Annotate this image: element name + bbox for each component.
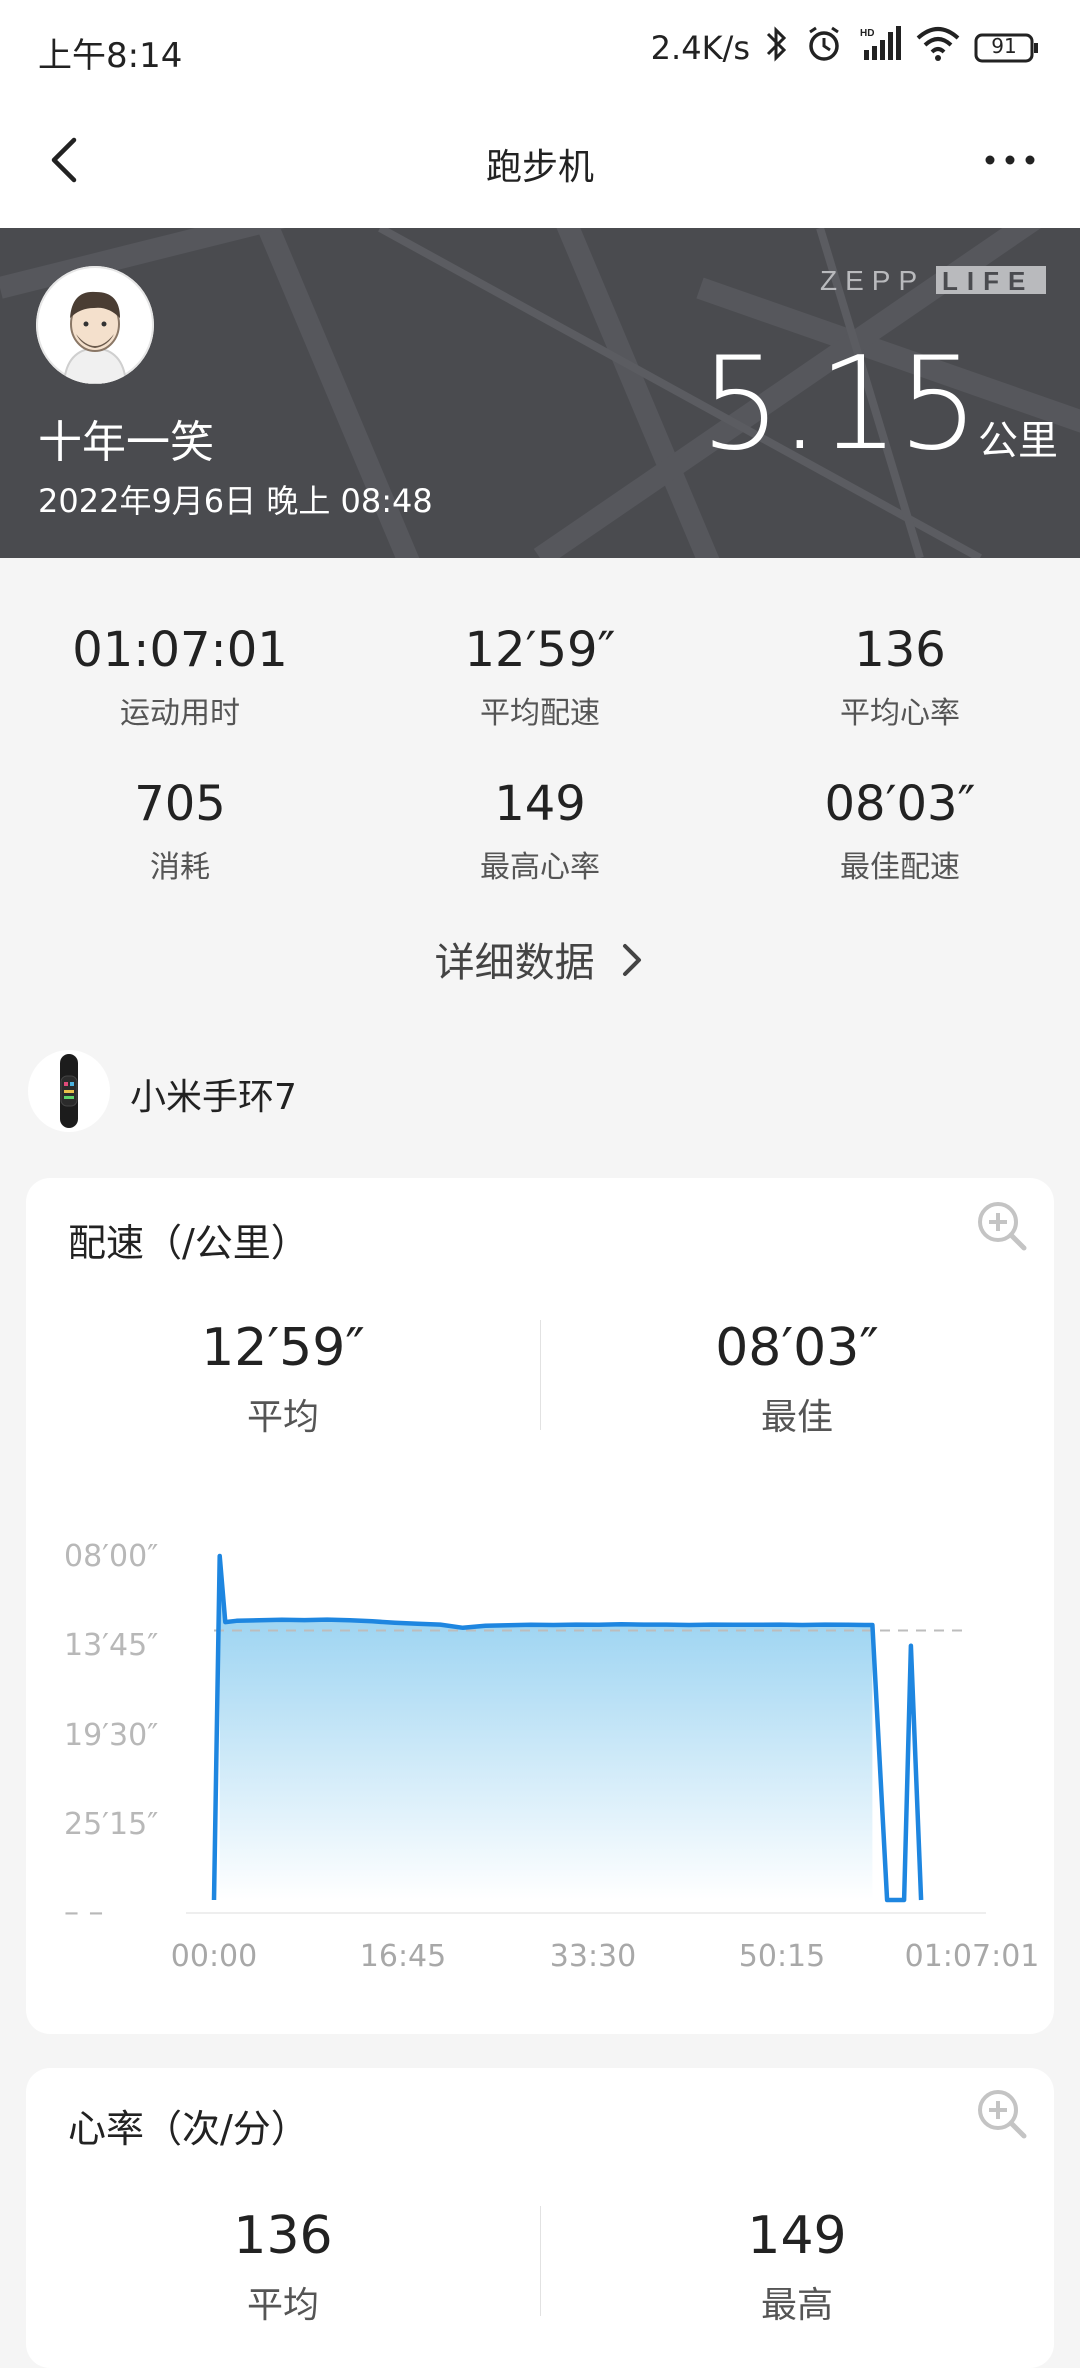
y-tick-label: 19′30″ [64, 1718, 158, 1753]
pace-area [219, 1556, 873, 1900]
stat-label: 最高心率 [480, 850, 600, 885]
stat-value: 08′03″ [824, 776, 976, 832]
svg-text:HD: HD [860, 28, 874, 39]
stat-value: 705 [134, 776, 226, 832]
alarm-icon [804, 24, 844, 72]
signal-icon: HD [858, 24, 902, 72]
status-icons: 2.4K/s HD 91 [651, 26, 1040, 70]
y-tick-label: 25′15″ [64, 1807, 158, 1842]
band-device-icon [28, 1050, 110, 1132]
distance-unit: 公里 [978, 418, 1058, 464]
y-tick-label: 13′45″ [64, 1628, 158, 1663]
stat-value: 12′59″ [464, 622, 616, 678]
user-name: 十年一笑 [38, 417, 214, 468]
x-tick-label: 16:45 [360, 1939, 446, 1974]
stat-avg-heart-rate: 136 平均心率 [720, 622, 1080, 732]
zepp-life-logo: ZEPP LIFE [818, 264, 1048, 296]
stat-best-pace: 08′03″ 最佳配速 [720, 776, 1080, 886]
x-tick-label: 00:00 [171, 1939, 257, 1974]
pace-chart[interactable]: 08′00″ 13′45″ 19′30″ 25′15″ – – 00:00 16:45 33… [0, 1500, 1080, 2000]
svg-text:ZEPP: ZEPP [820, 265, 925, 296]
x-tick-label: 50:15 [739, 1939, 825, 1974]
zoom-in-icon[interactable] [976, 1200, 1028, 1252]
wifi-icon [916, 26, 960, 70]
network-speed: 2.4K/s [650, 29, 750, 67]
stat-duration: 01:07:01 运动用时 [0, 622, 360, 732]
stat-label: 平均配速 [480, 696, 600, 731]
hr-max-value: 149 [747, 2206, 847, 2266]
stat-avg-pace: 12′59″ 平均配速 [360, 622, 720, 732]
pace-card-title: 配速（/公里） [68, 1221, 309, 1265]
stat-label: 平均心率 [840, 696, 960, 731]
pace-avg-label: 平均 [246, 1397, 319, 1438]
battery-icon: 91 [974, 32, 1040, 64]
battery-level: 91 [991, 34, 1017, 58]
detail-data-label: 详细数据 [434, 940, 595, 986]
stat-max-heart-rate: 149 最高心率 [360, 776, 720, 886]
bluetooth-icon [764, 24, 790, 72]
stat-value: 136 [854, 622, 946, 678]
stat-label: 最佳配速 [840, 850, 960, 885]
workout-datetime: 2022年9月6日 晚上 08:48 [38, 482, 433, 520]
stat-value: 01:07:01 [72, 622, 288, 678]
zoom-in-icon[interactable] [976, 2088, 1028, 2140]
svg-text:LIFE: LIFE [942, 266, 1034, 296]
more-menu-icon[interactable] [980, 140, 1040, 180]
hr-avg-label: 平均 [246, 2285, 319, 2326]
x-tick-label: 33:30 [550, 1939, 636, 1974]
hr-avg-value: 136 [233, 2206, 333, 2266]
pace-avg-value: 12′59″ [201, 1318, 365, 1378]
heart-rate-card-title: 心率（次/分） [68, 2107, 309, 2151]
stat-label: 消耗 [150, 850, 210, 885]
x-tick-label: 01:07:01 [905, 1939, 1040, 1974]
hr-max-label: 最高 [760, 2285, 833, 2326]
distance-value: 5.15 [700, 330, 979, 479]
y-tick-label: – – [64, 1895, 104, 1930]
y-tick-label: 08′00″ [64, 1539, 158, 1574]
stat-label: 运动用时 [120, 696, 240, 731]
pace-best-value: 08′03″ [715, 1318, 879, 1378]
detail-data-link[interactable]: 详细数据 [0, 930, 1080, 990]
avatar[interactable] [36, 266, 154, 384]
stat-calories: 705 消耗 [0, 776, 360, 886]
device-name: 小米手环7 [130, 1077, 297, 1118]
status-time: 上午8:14 [38, 36, 183, 76]
chevron-right-icon [621, 940, 645, 990]
stat-value: 149 [494, 776, 586, 832]
page-title: 跑步机 [485, 147, 594, 188]
pace-best-label: 最佳 [760, 1397, 833, 1438]
